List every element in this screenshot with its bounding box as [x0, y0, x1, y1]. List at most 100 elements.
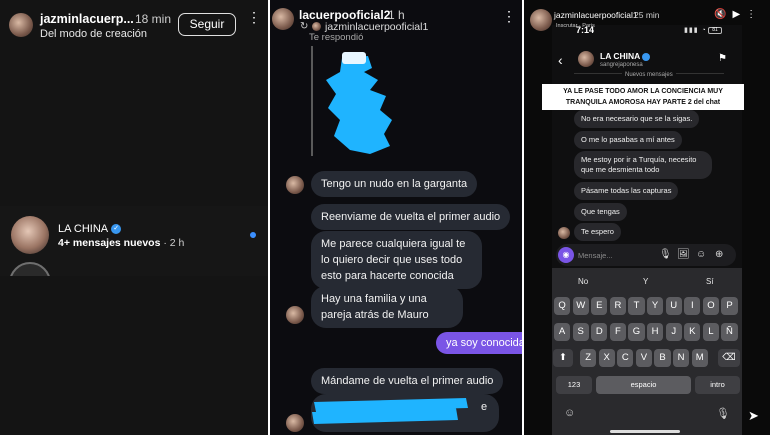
key-g[interactable]: G	[628, 323, 645, 341]
key-f[interactable]: F	[609, 323, 626, 341]
key-n[interactable]: N	[673, 349, 690, 367]
key-h[interactable]: H	[647, 323, 664, 341]
avatar[interactable]	[9, 13, 33, 37]
message-bubble: Tengo un nudo en la garganta	[311, 171, 478, 197]
story-time: 1 h	[388, 8, 405, 22]
battery-icon: 81	[708, 27, 722, 34]
flag-icon[interactable]: ⚑	[718, 53, 727, 64]
message-bubble: Que tengas	[574, 203, 627, 221]
key-s[interactable]: S	[572, 323, 589, 341]
more-options-icon[interactable]: ⋮	[502, 8, 516, 25]
key-ñ[interactable]: Ñ	[721, 323, 738, 341]
camera-icon[interactable]: ◉	[558, 247, 574, 263]
replied-note: Te respondió	[309, 32, 364, 43]
key-m[interactable]: M	[691, 349, 708, 367]
conversation-list-item[interactable]: LA CHINA ✓ 4+ mensajes nuevos · 2 h	[0, 206, 268, 304]
key-e[interactable]: E	[591, 297, 608, 315]
follow-button[interactable]: Seguir	[178, 13, 236, 36]
key-r[interactable]: R	[609, 297, 626, 315]
avatar	[286, 414, 304, 432]
conversation-name: LA CHINA ✓	[58, 223, 122, 235]
message-bubble: Hay una familia y una pareja atrás de Ma…	[311, 286, 463, 328]
delete-key[interactable]: ⌫	[718, 349, 740, 367]
chat-header-sub: sangrejaponesa	[600, 62, 643, 68]
story-collage: jazminlacuerp... 18 min Del modo de crea…	[0, 0, 770, 435]
status-time: 7:14	[576, 25, 595, 35]
new-messages-label: Nuevos mensajes	[622, 72, 676, 78]
avatar	[286, 306, 304, 324]
dictation-icon[interactable]: 🎙	[716, 407, 730, 420]
avatar	[11, 216, 49, 254]
story-subtitle: Del modo de creación	[40, 28, 148, 40]
key-w[interactable]: W	[572, 297, 589, 315]
key-z[interactable]: Z	[580, 349, 597, 367]
key-u[interactable]: U	[665, 297, 682, 315]
key-v[interactable]: V	[635, 349, 652, 367]
key-a[interactable]: A	[554, 323, 571, 341]
quote-line	[311, 46, 313, 156]
chat-header-name[interactable]: LA CHINA	[600, 51, 651, 61]
story-username[interactable]: jazminlacuerp...	[40, 12, 134, 26]
message-bubble: Reenviame de vuelta el primer audio	[311, 204, 511, 230]
key-i[interactable]: I	[684, 297, 701, 315]
return-key[interactable]: intro	[695, 376, 740, 394]
reply-icon: ↻	[300, 21, 309, 32]
message-bubble: O me lo pasabas a mí antes	[574, 131, 682, 149]
message-bubble: No era necesario que se la sigas.	[574, 110, 700, 128]
story-username[interactable]: lacuerpooficial2	[299, 8, 390, 22]
key-q[interactable]: Q	[554, 297, 571, 315]
key-o[interactable]: O	[702, 297, 719, 315]
key-j[interactable]: J	[665, 323, 682, 341]
message-bubble: Pásame todas las capturas	[574, 182, 679, 200]
verified-icon	[642, 52, 651, 61]
avatar	[286, 176, 304, 194]
key-k[interactable]: K	[684, 323, 701, 341]
key-t[interactable]: T	[628, 297, 645, 315]
message-bubble-mine: ya soy conocida	[436, 332, 522, 354]
story-panel-3: jazminlacuerpooficial1 25 min 🔇▶⋮ Inscru…	[524, 0, 770, 435]
story-panel-1: jazminlacuerp... 18 min Del modo de crea…	[0, 0, 268, 435]
conversation-preview: 4+ mensajes nuevos · 2 h	[58, 237, 185, 249]
message-bubble: Te espero	[574, 223, 621, 241]
story-panel-2: lacuerpooficial2 1 h ⋮ ↻ jazminlacuerpoo…	[270, 0, 522, 435]
unread-dot	[250, 232, 256, 238]
avatar	[312, 22, 321, 31]
numbers-key[interactable]: 123	[556, 376, 592, 394]
story-controls-icons[interactable]: 🔇▶⋮	[714, 9, 762, 20]
home-indicator	[610, 430, 680, 433]
space-key[interactable]: espacio	[596, 376, 691, 394]
back-icon[interactable]: ‹	[558, 52, 563, 68]
key-d[interactable]: D	[591, 323, 608, 341]
story-caption: YA LE PASE TODO AMOR LA CONCIENCIA MUY T…	[542, 84, 744, 110]
story-username[interactable]: jazminlacuerpooficial1	[554, 10, 638, 20]
shift-key[interactable]: ⬆	[553, 349, 573, 367]
key-l[interactable]: L	[702, 323, 719, 341]
key-y[interactable]: Y	[647, 297, 664, 315]
story-time: 18 min	[135, 12, 172, 26]
avatar	[558, 227, 570, 239]
key-b[interactable]: B	[654, 349, 671, 367]
add-icon[interactable]: ⊕	[715, 249, 723, 260]
message-bubble: Me estoy por ir a Turquía, necesito que …	[574, 151, 712, 179]
gallery-icon[interactable]: 🖼	[677, 249, 690, 260]
emoji-icon[interactable]: ☺	[564, 407, 575, 419]
signal-icon: ▮▮▮ ◔	[684, 27, 707, 34]
send-icon[interactable]: ➤	[748, 408, 759, 424]
avatar[interactable]	[578, 51, 594, 67]
avatar[interactable]	[530, 9, 552, 31]
avatar[interactable]	[272, 8, 294, 30]
sticker-icon[interactable]: ☺	[696, 249, 706, 260]
key-c[interactable]: C	[617, 349, 634, 367]
suggestion[interactable]: No	[578, 277, 588, 286]
key-p[interactable]: P	[721, 297, 738, 315]
story-time: 25 min	[634, 10, 660, 20]
more-options-icon[interactable]: ⋮	[247, 10, 261, 24]
message-bubble: Me parece cualquiera igual te lo quiero …	[311, 231, 482, 289]
key-x[interactable]: X	[598, 349, 615, 367]
mic-icon[interactable]: 🎙	[659, 249, 672, 260]
scribble-redaction	[326, 52, 392, 154]
suggestion[interactable]: Sí	[706, 277, 714, 286]
scribble-redaction	[312, 398, 468, 424]
suggestion[interactable]: Y	[643, 277, 648, 286]
message-input[interactable]: Mensaje...	[578, 251, 613, 260]
